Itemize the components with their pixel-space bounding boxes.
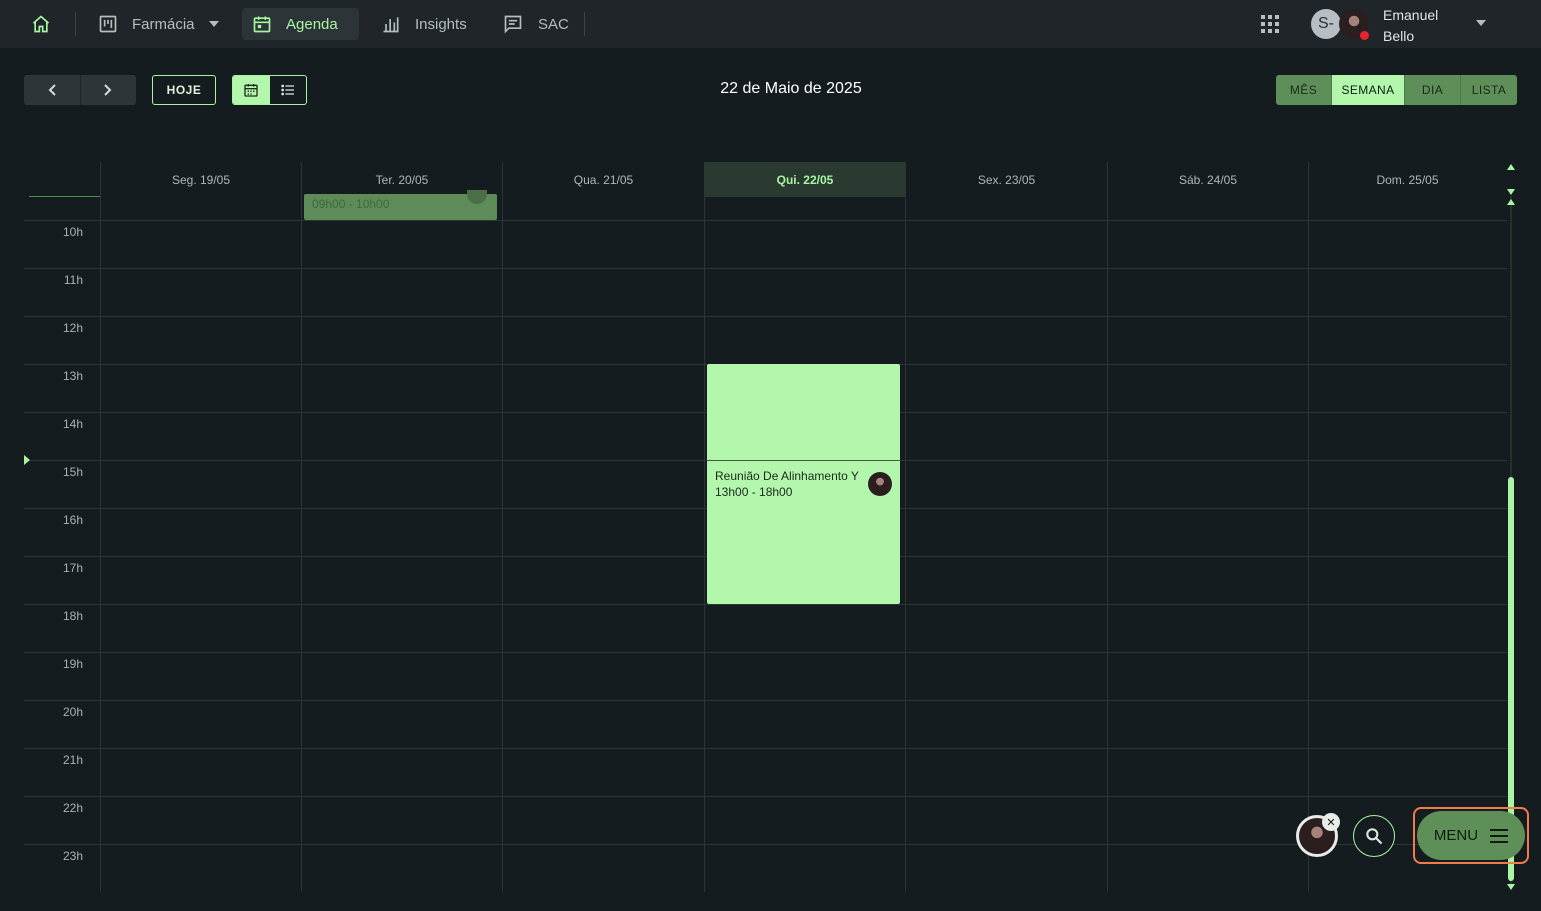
calendar-icon — [244, 84, 258, 97]
scroll-up-icon[interactable] — [1507, 198, 1515, 206]
hour-gridline — [24, 220, 1507, 221]
calendar-event[interactable]: Reunião De Alinhamento Y 13h00 - 18h00 — [707, 364, 900, 604]
menu-button[interactable]: MENU — [1417, 811, 1525, 860]
day-header[interactable]: Dom. 25/05 — [1308, 162, 1506, 197]
range-week-button[interactable]: SEMANA — [1332, 75, 1405, 105]
search-button[interactable] — [1353, 815, 1395, 857]
day-gridline — [100, 197, 101, 892]
hour-gridline — [24, 604, 1507, 605]
hour-label: 23h — [62, 849, 83, 863]
day-header[interactable]: Qui. 22/05 — [704, 162, 905, 197]
nav-insights[interactable]: Insights — [371, 8, 477, 40]
hour-label: 14h — [62, 417, 83, 431]
search-icon — [1366, 828, 1383, 845]
org-label: Farmácia — [132, 15, 195, 33]
hour-gridline — [24, 268, 1507, 269]
hour-label: 12h — [62, 321, 83, 335]
event-avatar — [467, 190, 487, 204]
list-view-button[interactable] — [270, 76, 307, 104]
day-gridline — [301, 197, 302, 892]
list-icon — [281, 84, 294, 96]
next-button[interactable] — [81, 75, 137, 105]
hour-label: 11h — [63, 273, 83, 287]
day-header[interactable]: Qua. 21/05 — [502, 162, 704, 197]
day-gridline — [1308, 197, 1309, 892]
user-name[interactable]: Emanuel Bello — [1383, 5, 1463, 47]
range-day-button[interactable]: DIA — [1405, 75, 1461, 105]
top-navbar: Farmácia Agenda Insights SAC S- Emanuel … — [0, 0, 1541, 48]
current-date-title: 22 de Maio de 2025 — [720, 80, 862, 97]
hour-label: 15h — [62, 465, 83, 479]
hamburger-icon — [1490, 828, 1509, 843]
range-list-button[interactable]: LISTA — [1461, 75, 1517, 105]
day-gridline — [1107, 197, 1108, 892]
hour-label: 20h — [62, 705, 83, 719]
hour-label: 10h — [62, 225, 83, 239]
chat-icon — [504, 15, 522, 34]
hour-label: 16h — [62, 513, 83, 527]
event-time: 09h00 - 10h00 — [312, 197, 390, 211]
close-icon[interactable]: ✕ — [1322, 813, 1340, 831]
day-gridline — [704, 197, 705, 892]
hour-label: 19h — [62, 657, 83, 671]
event-title: Reunião De Alinhamento Y — [715, 469, 859, 483]
day-gridline — [905, 197, 906, 892]
event-time: 13h00 - 18h00 — [715, 485, 793, 499]
calendar-view-button[interactable] — [233, 76, 270, 104]
apps-grid-icon[interactable] — [1258, 12, 1282, 36]
nav-sac-label: SAC — [538, 15, 569, 33]
calendar-event[interactable]: 09h00 - 10h00 — [304, 190, 497, 220]
hour-gridline — [24, 796, 1507, 797]
chevron-down-icon[interactable] — [1476, 20, 1486, 26]
prev-button[interactable] — [24, 75, 81, 105]
hour-label: 17h — [62, 561, 83, 575]
event-avatar — [868, 472, 892, 496]
hour-gridline — [24, 316, 1507, 317]
range-month-button[interactable]: MÊS — [1276, 75, 1332, 105]
hour-label: 21h — [62, 753, 83, 767]
day-header[interactable]: Sáb. 24/05 — [1107, 162, 1308, 197]
chevron-right-icon — [104, 84, 112, 96]
bar-chart-icon — [383, 17, 399, 33]
day-gridline — [502, 197, 503, 892]
nav-insights-label: Insights — [415, 15, 467, 33]
calendar-icon — [253, 16, 271, 33]
view-toggle — [232, 75, 307, 105]
event-divider — [707, 460, 900, 461]
home-icon[interactable] — [26, 10, 56, 38]
current-time-marker — [24, 455, 30, 465]
org-selector[interactable]: Farmácia — [88, 8, 229, 40]
hour-gridline — [24, 652, 1507, 653]
scroll-down-icon[interactable] — [1507, 883, 1515, 891]
range-selector: MÊS SEMANA DIA LISTA — [1276, 75, 1517, 105]
menu-label: MENU — [1433, 827, 1479, 844]
org-avatar[interactable]: S- — [1311, 9, 1341, 39]
hour-gridline — [24, 844, 1507, 845]
scroll-up-icon[interactable] — [1507, 163, 1515, 171]
hour-label: 13h — [62, 369, 83, 383]
nav-divider — [584, 12, 585, 36]
hour-label: 18h — [62, 609, 83, 623]
prev-next-group — [24, 75, 136, 105]
hour-gridline — [24, 700, 1507, 701]
scroll-down-icon[interactable] — [1507, 188, 1515, 196]
hour-gridline — [24, 748, 1507, 749]
status-indicator — [1359, 30, 1370, 41]
nav-divider — [75, 12, 76, 36]
day-header[interactable]: Seg. 19/05 — [100, 162, 301, 197]
chevron-down-icon — [208, 21, 219, 27]
today-button[interactable]: HOJE — [152, 75, 216, 105]
board-icon — [99, 15, 117, 33]
chevron-left-icon — [48, 84, 56, 96]
nav-sac[interactable]: SAC — [492, 8, 579, 40]
nav-agenda-label: Agenda — [286, 15, 338, 33]
nav-agenda[interactable]: Agenda — [242, 8, 359, 40]
hour-label: 22h — [62, 801, 83, 815]
day-header[interactable]: Sex. 23/05 — [905, 162, 1107, 197]
